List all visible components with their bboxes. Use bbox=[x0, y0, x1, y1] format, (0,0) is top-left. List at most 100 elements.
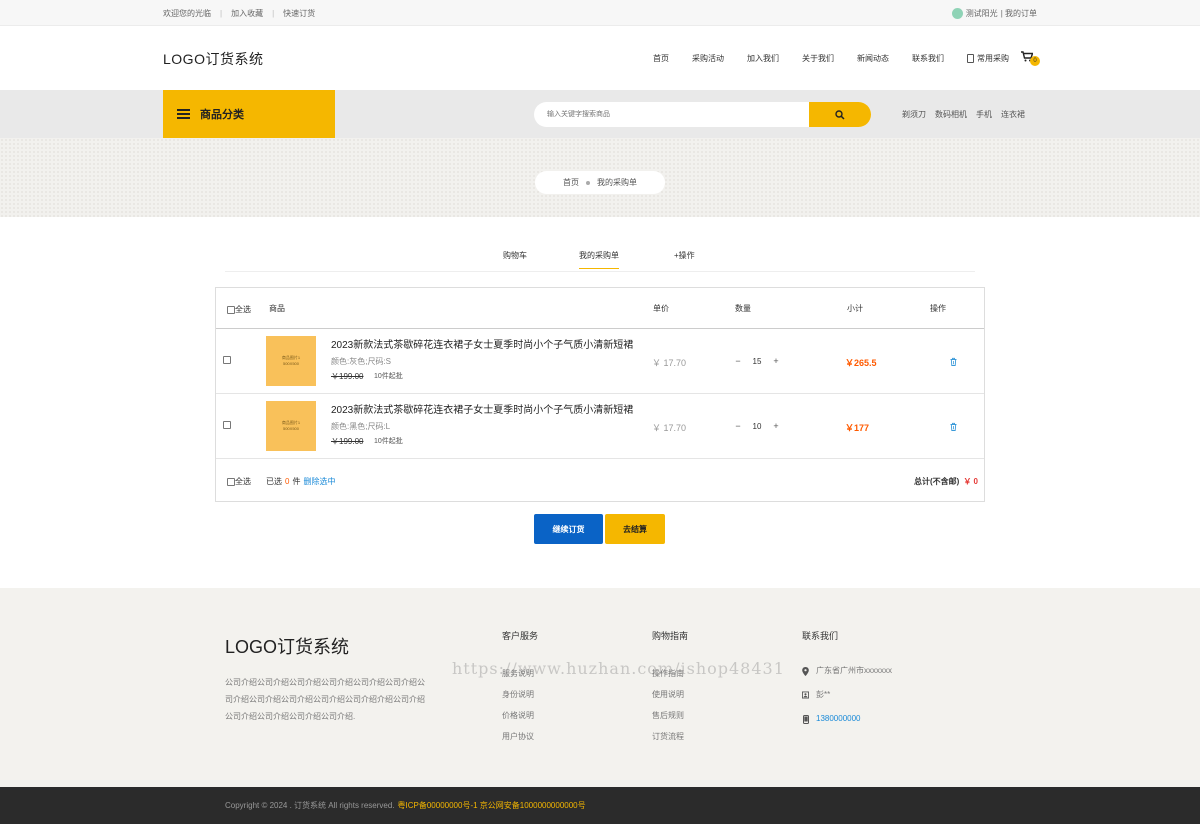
trash-icon[interactable] bbox=[949, 357, 958, 366]
increase-quantity-button[interactable]: + bbox=[771, 356, 781, 366]
product-thumbnail[interactable]: 商品图片1 500X500 bbox=[266, 336, 316, 386]
nav-item-join-us[interactable]: 加入我们 bbox=[747, 53, 779, 64]
cart-button[interactable]: 0 bbox=[1021, 51, 1040, 66]
person-text: 彭** bbox=[816, 690, 831, 699]
table-row: 商品图片1 500X500 2023新款法式茶歇碎花连衣裙子女士夏季时尚小个子气… bbox=[216, 394, 984, 459]
breadcrumb: 首页 我的采购单 bbox=[535, 171, 665, 194]
search-input[interactable] bbox=[534, 102, 809, 127]
row-checkbox[interactable] bbox=[223, 421, 231, 429]
main-nav: 首页 采购活动 加入我们 关于我们 新闻动态 联系我们 常用采购 0 bbox=[630, 26, 1040, 90]
select-all-footer[interactable]: 全选 bbox=[227, 476, 251, 487]
product-attributes: 颜色:灰色;尺码:S bbox=[331, 357, 392, 366]
column-title: 联系我们 bbox=[802, 631, 839, 641]
purchase-table: 全选 商品 单价 数量 小计 操作 商品图片1 500X500 2023新款法式… bbox=[215, 287, 985, 502]
search-button[interactable] bbox=[809, 102, 871, 127]
min-order: 10件起批 bbox=[374, 373, 403, 380]
product-attributes: 颜色:黑色;尺码:L bbox=[331, 422, 391, 431]
quantity-value[interactable]: 10 bbox=[743, 422, 771, 431]
nav-item-news[interactable]: 新闻动态 bbox=[857, 53, 889, 64]
column-title: 购物指南 bbox=[652, 631, 689, 641]
watermark-text: https://www.huzhan.com/ishop48431 bbox=[452, 659, 785, 678]
icp-link[interactable]: 粤ICP备00000000号-1 京公网安备1000000000000号 bbox=[398, 800, 586, 811]
hotword-link[interactable]: 剃须刀 bbox=[902, 109, 926, 120]
footer-logo: LOGO订货系统 bbox=[225, 637, 350, 657]
hotword-link[interactable]: 数码相机 bbox=[935, 109, 967, 120]
nav-item-about-us[interactable]: 关于我们 bbox=[802, 53, 834, 64]
product-thumbnail[interactable]: 商品图片1 500X500 bbox=[266, 401, 316, 451]
category-search-bar: 商品分类 剃须刀 数码相机 手机 连衣裙 bbox=[0, 90, 1200, 138]
search-box bbox=[534, 102, 871, 127]
tab-operations[interactable]: +操作 bbox=[674, 250, 695, 261]
footer-link[interactable]: 身份说明 bbox=[502, 684, 538, 705]
breadcrumb-home[interactable]: 首页 bbox=[563, 177, 579, 188]
shopping-guide-column: 购物指南 操作指南 使用说明 售后规则 订货流程 bbox=[652, 629, 688, 747]
address-text: 广东省广州市xxxxxxx bbox=[816, 666, 892, 675]
category-label: 商品分类 bbox=[200, 109, 244, 121]
col-header-action: 操作 bbox=[930, 304, 946, 313]
document-icon bbox=[967, 53, 974, 63]
select-all-checkbox[interactable] bbox=[227, 477, 235, 486]
footer-link[interactable]: 售后规则 bbox=[652, 705, 688, 726]
col-header-product: 商品 bbox=[269, 304, 285, 313]
contact-column: 联系我们 广东省广州市xxxxxxx 彭** 1380000000 bbox=[802, 629, 892, 731]
decrease-quantity-button[interactable]: − bbox=[733, 356, 743, 366]
continue-ordering-button[interactable]: 继续订货 bbox=[534, 514, 603, 544]
customer-service-column: 客户服务 服务说明 身份说明 价格说明 用户协议 bbox=[502, 629, 538, 747]
hot-keywords: 剃须刀 数码相机 手机 连衣裙 bbox=[902, 90, 1034, 138]
hotword-link[interactable]: 手机 bbox=[976, 109, 992, 120]
username-link[interactable]: 测试阳光 bbox=[966, 8, 998, 19]
add-favorite-link[interactable]: 加入收藏 bbox=[231, 8, 263, 19]
divider: | bbox=[272, 8, 275, 18]
top-links: 欢迎您的光临 | 加入收藏 | 快速订货 bbox=[163, 0, 315, 26]
phone-link[interactable]: 1380000000 bbox=[816, 707, 861, 731]
quantity-stepper: − 15 + bbox=[733, 356, 781, 366]
table-footer: 全选 已选 0 件 删除选中 总计(不含邮) ￥ 0 bbox=[216, 459, 984, 502]
selected-prefix: 已选 bbox=[266, 477, 282, 486]
min-order: 10件起批 bbox=[374, 438, 403, 445]
user-card-icon bbox=[802, 691, 809, 700]
tab-shopping-cart[interactable]: 购物车 bbox=[503, 250, 527, 261]
site-footer: LOGO订货系统 公司介绍公司介绍公司介绍公司介绍公司介绍公司介绍公司介绍公司介… bbox=[0, 588, 1200, 787]
delete-selected-link[interactable]: 删除选中 bbox=[303, 476, 335, 487]
contact-address: 广东省广州市xxxxxxx bbox=[802, 659, 892, 683]
row-subtotal: ￥265.5 bbox=[845, 358, 877, 368]
nav-item-common-purchase[interactable]: 常用采购 bbox=[967, 53, 1009, 64]
nav-item-home[interactable]: 首页 bbox=[653, 53, 669, 64]
select-all-checkbox[interactable] bbox=[227, 305, 235, 314]
footer-link[interactable]: 订货流程 bbox=[652, 726, 688, 747]
nav-item-purchase-activity[interactable]: 采购活动 bbox=[692, 53, 724, 64]
copyright-text-wrap: Copyright © 2024 . 订货系统 All rights reser… bbox=[225, 787, 586, 824]
header: LOGO订货系统 首页 采购活动 加入我们 关于我们 新闻动态 联系我们 常用采… bbox=[0, 26, 1200, 90]
increase-quantity-button[interactable]: + bbox=[771, 421, 781, 431]
tab-my-purchase-list[interactable]: 我的采购单 bbox=[579, 250, 619, 269]
breadcrumb-current: 我的采购单 bbox=[597, 178, 637, 187]
footer-link[interactable]: 用户协议 bbox=[502, 726, 538, 747]
col-header-unit-price: 单价 bbox=[653, 304, 669, 313]
product-title[interactable]: 2023新款法式茶歇碎花连衣裙子女士夏季时尚小个子气质小清新短裙 bbox=[331, 336, 633, 351]
original-price: ￥199.00 bbox=[331, 437, 364, 446]
checkout-button[interactable]: 去结算 bbox=[605, 514, 665, 544]
my-orders-link[interactable]: | 我的订单 bbox=[1001, 8, 1037, 19]
user-avatar-icon bbox=[951, 7, 963, 19]
row-checkbox[interactable] bbox=[223, 356, 231, 364]
decrease-quantity-button[interactable]: − bbox=[733, 421, 743, 431]
select-all-label: 全选 bbox=[235, 477, 251, 486]
select-all-header[interactable]: 全选 bbox=[227, 304, 251, 315]
unit-price: ￥ 17.70 bbox=[652, 358, 687, 368]
footer-link[interactable]: 价格说明 bbox=[502, 705, 538, 726]
col-header-quantity: 数量 bbox=[735, 304, 751, 313]
tab-bar: 购物车 我的采购单 +操作 bbox=[225, 240, 975, 272]
site-logo[interactable]: LOGO订货系统 bbox=[163, 49, 263, 69]
divider: | bbox=[220, 8, 223, 18]
hotword-link[interactable]: 连衣裙 bbox=[1001, 109, 1025, 120]
footer-link[interactable]: 使用说明 bbox=[652, 684, 688, 705]
quick-order-link[interactable]: 快速订货 bbox=[283, 8, 315, 19]
trash-icon[interactable] bbox=[949, 422, 958, 431]
category-menu-button[interactable]: 商品分类 bbox=[163, 90, 335, 138]
nav-item-contact[interactable]: 联系我们 bbox=[912, 53, 944, 64]
breadcrumb-separator bbox=[586, 180, 590, 185]
total-summary: 总计(不含邮) ￥ 0 bbox=[914, 476, 978, 487]
contact-person: 彭** bbox=[802, 683, 892, 707]
quantity-value[interactable]: 15 bbox=[743, 357, 771, 366]
product-title[interactable]: 2023新款法式茶歇碎花连衣裙子女士夏季时尚小个子气质小清新短裙 bbox=[331, 401, 633, 416]
